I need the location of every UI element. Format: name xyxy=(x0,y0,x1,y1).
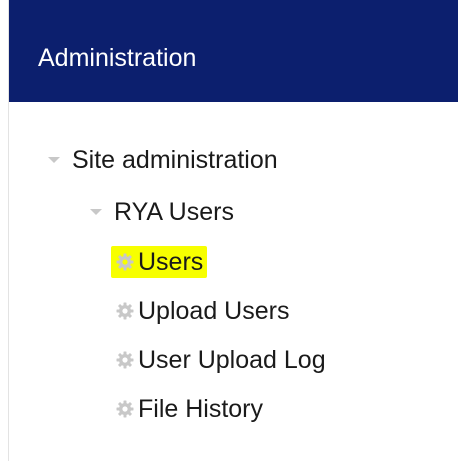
chevron-down-icon[interactable] xyxy=(47,155,61,165)
block-header: Administration xyxy=(9,0,458,102)
tree-link-label[interactable]: File History xyxy=(138,393,263,425)
tree-node-label[interactable]: Site administration xyxy=(72,144,278,176)
tree-link-users[interactable]: Users xyxy=(111,246,208,278)
tree-node-label[interactable]: RYA Users xyxy=(114,196,234,228)
gear-icon xyxy=(115,350,135,370)
block-title: Administration xyxy=(38,44,197,72)
gear-icon xyxy=(115,399,135,419)
tree-link-upload-users[interactable]: Upload Users xyxy=(115,295,289,327)
tree-node-site-administration[interactable]: Site administration xyxy=(47,144,278,176)
chevron-down-icon[interactable] xyxy=(89,207,103,217)
tree-link-file-history[interactable]: File History xyxy=(115,393,263,425)
tree-link-label[interactable]: Users xyxy=(138,246,203,278)
tree-link-label[interactable]: Upload Users xyxy=(138,295,289,327)
highlight-marker: Users xyxy=(111,246,208,278)
tree-link-user-upload-log[interactable]: User Upload Log xyxy=(115,344,326,376)
tree-node-rya-users[interactable]: RYA Users xyxy=(89,196,234,228)
gear-icon xyxy=(115,301,135,321)
gear-icon xyxy=(115,252,135,272)
administration-block: Administration Site administration RYA U… xyxy=(8,0,458,461)
tree-link-label[interactable]: User Upload Log xyxy=(138,344,326,376)
